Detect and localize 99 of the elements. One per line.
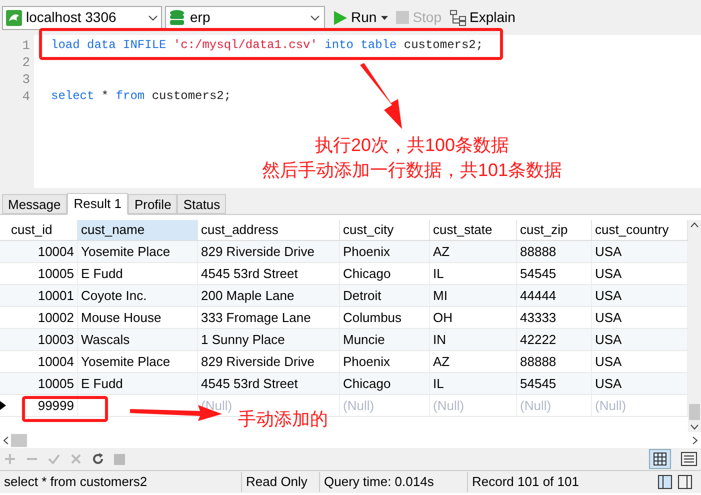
vertical-scrollbar[interactable] (688, 220, 701, 432)
line-number: 3 (21, 71, 30, 88)
scroll-thumb[interactable] (689, 404, 700, 420)
chevron-up-icon (690, 222, 699, 228)
status-record: Record 101 of 101 (471, 473, 580, 492)
horizontal-scrollbar[interactable] (0, 432, 701, 448)
check-icon[interactable] (48, 453, 60, 465)
table-cell: Muncie (340, 329, 430, 350)
table-cell: Columbus (340, 307, 430, 328)
database-dropdown[interactable]: erp (165, 6, 325, 30)
database-name: erp (190, 8, 212, 27)
table-cell: (Null) (517, 395, 592, 416)
table-cell: 88888 (517, 351, 592, 372)
connection-name: localhost 3306 (26, 8, 118, 27)
annotation-text: 执行20次，共100条数据 (314, 134, 510, 157)
table-cell: AZ (430, 241, 517, 262)
stop-icon (396, 11, 409, 24)
current-row-icon (0, 401, 6, 410)
table-cell: 200 Maple Lane (198, 285, 340, 306)
connection-dropdown[interactable]: localhost 3306 (2, 6, 162, 30)
column-header[interactable]: cust_name (78, 220, 198, 240)
table-cell: 10005 (8, 373, 78, 394)
line-number: 4 (21, 88, 30, 105)
table-cell: Coyote Inc. (78, 285, 198, 306)
column-header[interactable]: cust_address (198, 220, 340, 240)
table-cell: 1 Sunny Place (198, 329, 340, 350)
grid-view-icon[interactable] (649, 449, 671, 469)
result-tab[interactable]: Message (2, 194, 67, 214)
column-header[interactable]: cust_zip (517, 220, 592, 240)
panel-icon[interactable] (678, 475, 692, 489)
play-icon (334, 10, 347, 24)
chevron-right-icon (692, 436, 698, 444)
table-cell: 42222 (517, 329, 592, 350)
table-cell: 44444 (517, 285, 592, 306)
line-number: 2 (21, 54, 30, 71)
table-cell: 10003 (8, 329, 78, 350)
close-icon[interactable] (70, 453, 82, 465)
table-cell: 4545 53rd Street (198, 263, 340, 284)
table-cell: IL (430, 373, 517, 394)
table-cell: Mouse House (78, 307, 198, 328)
table-cell: 333 Fromage Lane (198, 307, 340, 328)
result-tab[interactable]: Profile (128, 194, 178, 214)
form-view-icon[interactable] (681, 452, 697, 466)
table-cell: 829 Riverside Drive (198, 351, 340, 372)
table-cell: 10002 (8, 307, 78, 328)
table-cell: E Fudd (78, 373, 198, 394)
chevron-left-icon (3, 436, 9, 444)
column-header[interactable]: cust_city (340, 220, 430, 240)
panel-icon[interactable] (658, 475, 672, 489)
table-cell: 88888 (517, 241, 592, 262)
column-header[interactable]: cust_state (430, 220, 517, 240)
table-cell: (Null) (430, 395, 517, 416)
line-number: 1 (21, 37, 30, 54)
dolphin-icon (6, 10, 22, 26)
table-cell: 10004 (8, 241, 78, 262)
result-tab[interactable]: Result 1 (66, 193, 128, 215)
table-cell: E Fudd (78, 263, 198, 284)
table-cell: (Null) (340, 395, 430, 416)
caret-icon (380, 16, 388, 20)
run-button[interactable]: Run (334, 7, 388, 28)
table-cell: 829 Riverside Drive (198, 241, 340, 262)
result-tab[interactable]: Status (177, 194, 226, 214)
table-cell: IL (430, 263, 517, 284)
table-cell: Wascals (78, 329, 198, 350)
table-cell: OH (430, 307, 517, 328)
table-cell: IN (430, 329, 517, 350)
status-query-time: Query time: 0.014s (320, 472, 468, 492)
table-cell: Yosemite Place (78, 241, 198, 262)
table-cell: 43333 (517, 307, 592, 328)
status-query: select * from customers2 (0, 472, 242, 492)
table-cell: Chicago (340, 263, 430, 284)
chevron-down-icon (310, 14, 320, 20)
table-cell: AZ (430, 351, 517, 372)
diagram-icon (450, 10, 466, 26)
table-cell: Phoenix (340, 241, 430, 262)
table-cell: 54545 (517, 263, 592, 284)
code-line: select * from customers2; (51, 88, 232, 105)
chevron-down-icon (148, 14, 158, 20)
stop-icon[interactable] (114, 454, 125, 464)
table-cell: 4545 53rd Street (198, 373, 340, 394)
code-line: load data INFILE 'c:/mysql/data1.csv' into table customers2; (51, 37, 484, 54)
table-cell: 54545 (517, 373, 592, 394)
annotation-text: 然后手动添加一行数据，共101条数据 (262, 159, 562, 182)
plus-icon[interactable] (4, 453, 16, 465)
table-cell: MI (430, 285, 517, 306)
refresh-icon[interactable] (92, 453, 104, 465)
table-cell: Chicago (340, 373, 430, 394)
table-cell: Detroit (340, 285, 430, 306)
table-cell: 10004 (8, 351, 78, 372)
table-cell: Yosemite Place (78, 351, 198, 372)
status-mode: Read Only (242, 472, 320, 492)
table-cell: 99999 (8, 395, 78, 416)
database-icon (170, 10, 184, 26)
table-cell: Phoenix (340, 351, 430, 372)
scroll-thumb[interactable] (11, 434, 27, 446)
table-cell: 10001 (8, 285, 78, 306)
table-cell: 10005 (8, 263, 78, 284)
explain-button[interactable]: Explain (450, 7, 516, 28)
chevron-down-icon (690, 424, 699, 430)
